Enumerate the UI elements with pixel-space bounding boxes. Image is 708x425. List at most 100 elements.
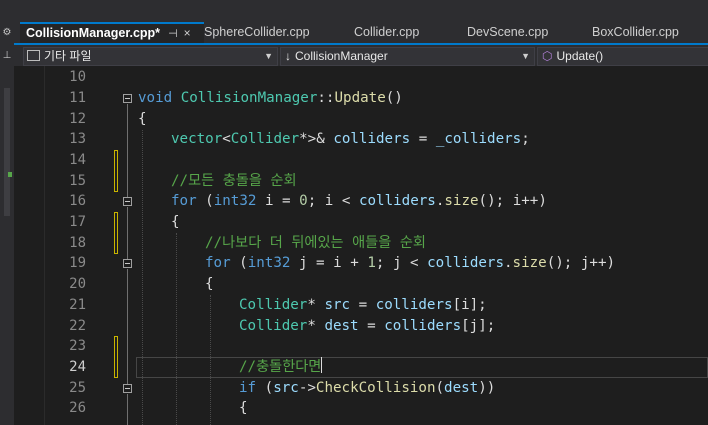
type-name: Collider [239,318,308,334]
number: 0 [299,193,308,209]
type-name: Collider [230,131,300,147]
operator: = [350,297,376,313]
line-number: 12 [69,111,86,127]
dropdown-arrow-icon: ▼ [521,51,530,61]
line-number: 16 [69,193,86,209]
collapse-icon[interactable] [123,197,132,206]
paren: )) [478,380,496,396]
code-line-26: { [239,400,248,416]
line-number: 20 [69,276,86,292]
tab-label: DevScene.cpp [467,25,549,39]
code-line-18: //나보다 더 뒤에있는 애들을 순회 [205,235,426,251]
member-dropdown[interactable]: ⬡ Update() [537,47,708,66]
change-marker [114,150,118,192]
navigation-bar: 기타 파일 ▼ ↓ CollisionManager ▼ ⬡ Update() [14,45,708,67]
function-name: size [444,193,479,209]
type-name: int32 [247,255,291,271]
tab-collider[interactable]: Collider.cpp [354,22,419,43]
operator: * [307,297,325,313]
tab-label: CollisionManager.cpp* [26,26,161,40]
keyword: if [239,380,257,396]
line-number: 25 [69,380,86,396]
code-line-15: //모든 충돌을 순회 [171,173,297,189]
variable: colliders [375,297,453,313]
indent-guide [142,130,143,425]
function-name: Update [334,90,386,106]
tool-scrollbar[interactable] [4,88,10,216]
tab-collisionmanager[interactable]: CollisionManager.cpp* ⊣ × [20,22,204,43]
collapse-icon[interactable] [123,259,132,268]
close-tab-icon[interactable]: × [184,26,191,40]
code-text: . [503,255,513,271]
code-line-25: if (src->CheckCollision(dest)) [239,378,495,399]
code-line-21: Collider* src = colliders[i]; [239,295,487,316]
comment: //충돌한다면 [239,359,322,375]
fold-line [127,207,128,259]
pin-tab-icon[interactable]: ⊣ [168,28,178,40]
code-text: ; j < [375,255,428,271]
tab-devscene[interactable]: DevScene.cpp [467,22,548,43]
operator: < [222,131,231,147]
number: 1 [367,255,376,271]
semicolon: ; [521,131,530,147]
operator: *>& [299,131,334,147]
collapse-icon[interactable] [123,384,132,393]
code-text: i = [256,193,300,209]
pin-icon[interactable]: ⊥ [2,50,12,62]
code-line-17: { [171,214,180,230]
tab-label: BoxCollider.cpp [592,25,679,39]
function-name: size [512,255,547,271]
line-number: 15 [69,173,86,189]
function-name: CheckCollision [315,380,436,396]
change-marker [114,336,118,378]
tab-label: Collider.cpp [354,25,420,39]
code-text: (); j++) [546,255,616,271]
scope-label: CollisionManager [295,49,388,63]
paren: ( [196,193,214,209]
line-number: 22 [69,318,86,334]
tool-window-strip: ⚙ ⊥ [0,0,14,425]
project-label: 기타 파일 [44,49,92,63]
dropdown-arrow-icon: ▼ [264,51,273,61]
member-label: Update() [556,49,604,63]
paren: ( [256,380,274,396]
line-number: 17 [69,214,86,230]
operator: * [307,318,325,334]
title-strip [14,0,708,22]
tab-label: SphereCollider.cpp [204,25,310,39]
line-number: 10 [69,69,86,85]
code-line-16: for (int32 i = 0; i < colliders.size(); … [171,191,547,212]
code-line-19: for (int32 j = i + 1; j < colliders.size… [205,253,615,274]
scope-arrow-icon: ↓ [285,49,291,63]
line-number: 13 [69,131,86,147]
line-number: 18 [69,235,86,251]
variable: dest [324,318,359,334]
current-line-highlight [136,357,708,378]
line-number: 21 [69,297,86,313]
code-line-20: { [205,276,214,292]
parens: () [385,90,403,106]
scope-dropdown[interactable]: ↓ CollisionManager ▼ [280,47,535,66]
tab-spherecollider[interactable]: SphereCollider.cpp [204,22,310,43]
indent-guide [176,233,177,425]
tab-boxcollider[interactable]: BoxCollider.cpp [592,22,679,43]
collapse-icon[interactable] [123,94,132,103]
code-line-13: vector<Collider*>& colliders = _collider… [171,129,530,150]
project-dropdown[interactable]: 기타 파일 ▼ [23,47,278,66]
code-text: (); i++) [478,193,547,209]
gear-icon[interactable]: ⚙ [2,27,12,39]
keyword: void [138,90,173,106]
margin-divider [44,66,45,425]
variable: src [273,380,299,396]
operator: = [358,318,385,334]
code-line-11: void CollisionManager::Update() [138,88,403,109]
keyword: for [171,193,197,209]
line-number: 14 [69,152,86,168]
brace: { [138,111,147,127]
fold-line [127,104,128,197]
operator: -> [298,380,316,396]
variable: colliders [427,255,504,271]
method-icon: ⬡ [542,49,553,63]
scroll-change-marker [8,172,12,177]
code-text: ; i < [307,193,359,209]
